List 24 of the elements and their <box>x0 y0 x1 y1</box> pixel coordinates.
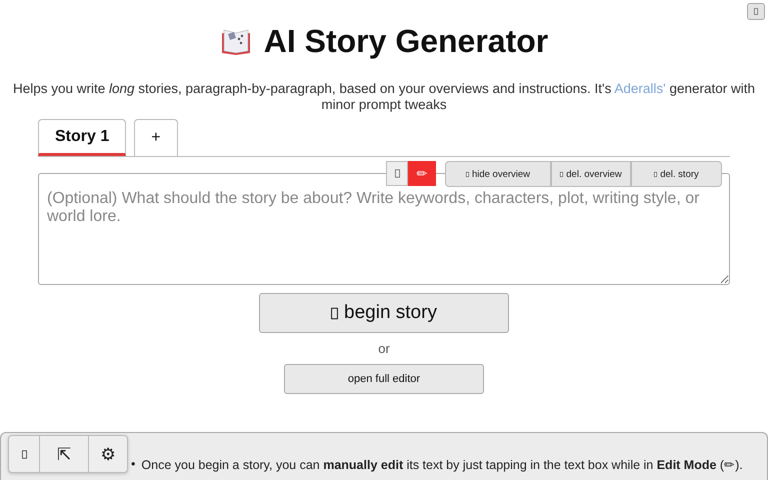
mode-button[interactable]: ✏ <box>408 161 436 186</box>
square-icon <box>560 170 564 178</box>
toolbar-button[interactable]: del. overview <box>551 161 631 187</box>
mode-button[interactable] <box>386 161 408 186</box>
square-icon <box>22 450 26 458</box>
corner-button[interactable] <box>747 3 765 20</box>
page-title: AI Story Generator <box>264 22 548 60</box>
square-icon <box>331 306 338 320</box>
begin-story-button[interactable]: begin story <box>259 293 509 333</box>
add-tab[interactable]: + <box>134 119 178 156</box>
bullet-text: • <box>131 457 136 472</box>
or-text: or <box>378 341 390 356</box>
square-icon <box>654 170 658 178</box>
story-tab[interactable]: Story 1 <box>38 119 126 156</box>
toolbar-button[interactable]: ⚙ <box>89 436 127 472</box>
description-text: Helps you write long stories, paragraph-by-paragraph, based on your overviews and instructions. It's Aderalls' generator with minor prompt tweaks <box>12 81 756 113</box>
toolbar-button[interactable]: hide overview <box>445 161 551 187</box>
square-icon <box>394 169 400 178</box>
tip-text: Once you begin a story, you can manually edit its text by just tapping in the text box while in Edit Mode (✏). <box>141 457 743 472</box>
toolbar-button[interactable]: del. story <box>631 161 722 187</box>
open-editor-button[interactable]: open full editor <box>284 364 484 394</box>
square-icon <box>754 8 758 15</box>
toolbar-button[interactable]: ⇱ <box>40 436 89 472</box>
square-icon <box>466 170 469 178</box>
